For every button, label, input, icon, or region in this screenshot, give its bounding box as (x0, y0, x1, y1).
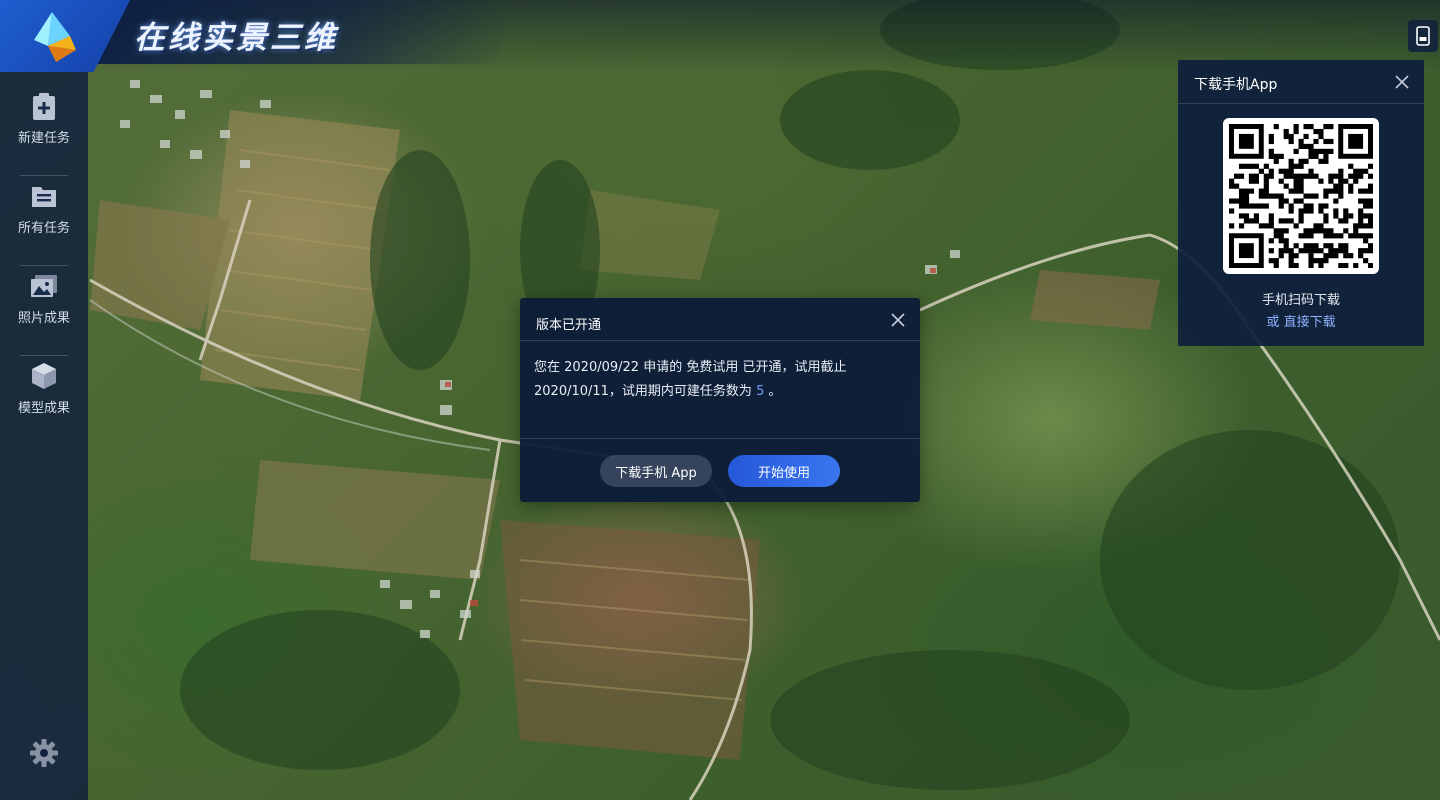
direct-download-row: 或 直接下载 (1178, 311, 1424, 330)
dialog-header: 版本已开通 (520, 298, 920, 341)
close-icon[interactable] (1392, 72, 1412, 92)
task-count: 5 (756, 384, 765, 399)
left-sidebar: 新建任务 所有任务 照片成果 模型成果 (0, 72, 88, 800)
sidebar-item-model-results[interactable]: 模型成果 (0, 344, 88, 432)
sidebar-item-label: 模型成果 (17, 400, 70, 416)
sidebar-item-label: 新建任务 (17, 130, 70, 146)
sidebar-item-photo-results[interactable]: 照片成果 (0, 254, 88, 342)
task-list-icon (32, 186, 56, 207)
or-text: 或 (1266, 315, 1280, 330)
qr-code (1223, 118, 1379, 274)
sidebar-item-label: 照片成果 (17, 310, 70, 326)
photo-gallery-icon (31, 274, 57, 297)
mobile-app-toggle[interactable] (1408, 20, 1438, 52)
version-activated-dialog: 版本已开通 您在 2020/09/22 申请的 免费试用 已开通，试用截止 20… (520, 298, 920, 502)
dialog-message: 您在 2020/09/22 申请的 免费试用 已开通，试用截止 2020/10/… (534, 356, 906, 404)
sidebar-item-new-task[interactable]: 新建任务 (0, 74, 88, 162)
download-app-button[interactable]: 下载手机 App (600, 455, 712, 487)
direct-download-link[interactable]: 直接下载 (1284, 315, 1336, 330)
start-using-button[interactable]: 开始使用 (728, 455, 840, 487)
dialog-message-end: 。 (768, 384, 782, 399)
scan-instruction: 手机扫码下载 (1261, 293, 1340, 308)
dialog-message-text: 您在 2020/09/22 申请的 免费试用 已开通，试用截止 2020/10/… (534, 360, 847, 399)
close-icon[interactable] (888, 310, 908, 330)
phone-icon (1416, 26, 1430, 46)
download-panel-title: 下载手机App (1194, 77, 1278, 93)
dialog-divider (520, 438, 920, 439)
clipboard-plus-icon (33, 92, 55, 120)
sidebar-item-all-tasks[interactable]: 所有任务 (0, 164, 88, 252)
cube-model-icon (32, 362, 56, 389)
sidebar-item-label: 所有任务 (17, 220, 70, 236)
download-panel-header: 下载手机App (1178, 60, 1424, 104)
app-title: 在线实景三维 (134, 20, 338, 56)
gear-icon[interactable] (29, 738, 59, 768)
download-app-panel: 下载手机App 手机扫码下载 或 直接下载 (1178, 60, 1424, 346)
dialog-title: 版本已开通 (536, 318, 602, 333)
app-logo-icon (34, 12, 76, 62)
qr-code-image (1229, 124, 1373, 268)
